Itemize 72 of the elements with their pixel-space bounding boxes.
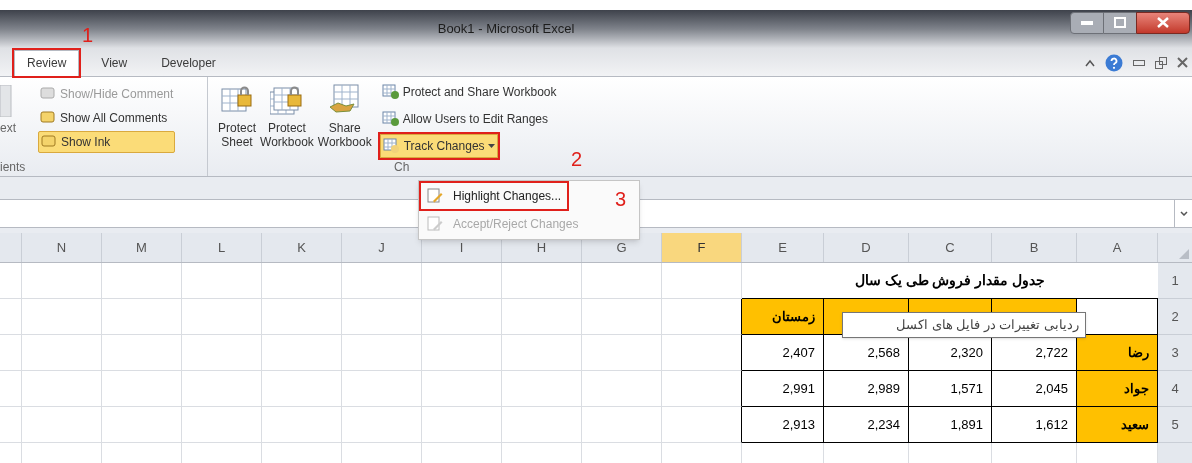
collapse-ribbon-icon[interactable] (1085, 58, 1095, 67)
tooltip: ردیابی تغییرات در فایل های اکسل (842, 312, 1086, 338)
ribbon-button[interactable]: Share Workbook (315, 76, 374, 158)
restore-icon[interactable] (1155, 56, 1167, 69)
maximize-button[interactable] (1104, 11, 1136, 34)
annotation-number: 2 (571, 147, 583, 172)
row-header[interactable] (1158, 443, 1192, 463)
table-cell: 2,913 (742, 407, 824, 443)
small-sheet-icon (381, 110, 400, 127)
row-header[interactable]: 2 (1158, 299, 1192, 335)
ribbon-button[interactable]: Show All Comments (38, 106, 176, 129)
group-label: Ch (394, 158, 410, 176)
column-header[interactable]: D (824, 233, 909, 262)
minimize-button[interactable] (1070, 11, 1104, 34)
row-header[interactable]: 3 (1158, 335, 1192, 371)
table-cell: 2,045 (992, 371, 1077, 407)
column-header[interactable]: N (22, 233, 102, 262)
row-header[interactable]: 1 (1158, 263, 1192, 299)
close-icon[interactable] (1177, 57, 1188, 68)
table-cell: 2,407 (742, 335, 824, 371)
table-cell: 1,891 (909, 407, 992, 443)
group-label: ients (0, 158, 27, 176)
comment-icon (41, 134, 57, 149)
small-sheet-icon (382, 137, 401, 154)
expand-icon[interactable] (1179, 211, 1188, 217)
name-cell: رضا (1077, 335, 1158, 371)
ribbon-tab[interactable]: Developer (149, 49, 228, 76)
column-header[interactable]: E (742, 233, 824, 262)
table-cell: 2,568 (824, 335, 909, 371)
row-header[interactable]: 4 (1158, 371, 1192, 407)
ribbon-button[interactable]: Protect Workbook (258, 76, 316, 158)
ribbon-button-label[interactable]: ext (0, 118, 26, 137)
close-icon (1157, 17, 1169, 29)
column-header[interactable]: K (262, 233, 342, 262)
table-cell: 2,234 (824, 407, 909, 443)
comment-icon (40, 110, 56, 125)
column-header[interactable]: M (102, 233, 182, 262)
name-cell: جواد (1077, 371, 1158, 407)
ribbon-button[interactable]: Track Changes (379, 133, 498, 158)
name-cell: سعید (1077, 407, 1158, 443)
column-header[interactable]: A (1077, 233, 1158, 262)
header-cell: زمستان (742, 299, 824, 335)
minimize-icon (1081, 20, 1093, 25)
comment-icon (40, 86, 56, 101)
small-sheet-icon (381, 83, 400, 100)
ribbon-button[interactable]: Protect Sheet (216, 76, 258, 158)
pencil-page-icon (427, 216, 443, 232)
close-button[interactable] (1136, 11, 1190, 34)
maximize-icon (1114, 17, 1126, 29)
annotation-number: 3 (615, 187, 627, 212)
column-header[interactable]: F (662, 233, 742, 262)
pencil-page-icon (427, 188, 443, 204)
ribbon-button[interactable]: Protect and Share Workbook (379, 79, 559, 104)
help-icon[interactable] (1105, 53, 1123, 72)
ribbon-button[interactable]: Allow Users to Edit Ranges (379, 106, 551, 131)
ribbon-tab[interactable]: Review (14, 49, 80, 76)
table-cell: 1,571 (909, 371, 992, 407)
window-title: Book1 - Microsoft Excel (437, 19, 575, 38)
column-header[interactable]: L (182, 233, 262, 262)
table-cell: 1,612 (992, 407, 1077, 443)
minimize-icon[interactable] (1133, 59, 1145, 66)
column-header[interactable]: B (992, 233, 1077, 262)
ribbon-button[interactable]: Show Ink (38, 130, 176, 153)
table-cell: 2,989 (824, 371, 909, 407)
table-cell: 2,991 (742, 371, 824, 407)
row-header[interactable]: 5 (1158, 407, 1192, 443)
select-all-icon[interactable] (1179, 249, 1189, 259)
ribbon-tab[interactable]: View (89, 49, 140, 76)
annotation-number: 1 (82, 23, 94, 48)
column-header[interactable]: C (909, 233, 992, 262)
shared-sheet-icon (327, 82, 362, 115)
menu-item[interactable]: Highlight Changes... (421, 183, 568, 209)
